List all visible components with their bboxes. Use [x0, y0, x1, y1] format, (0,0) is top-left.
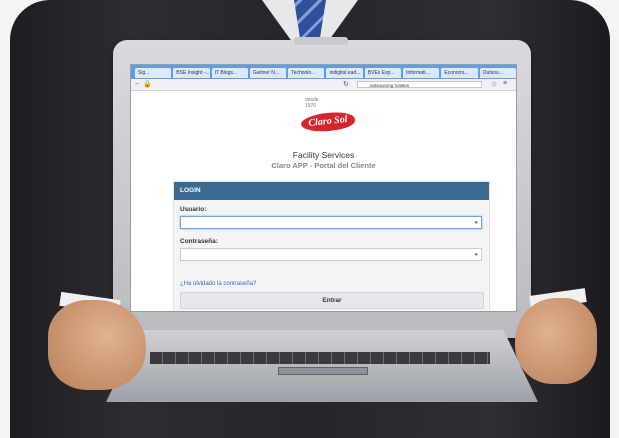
- web-page: desde 1970 Claro Sol Facility Services Cl…: [131, 91, 516, 311]
- field-icon: ●: [474, 252, 478, 258]
- back-icon[interactable]: ←: [134, 80, 141, 87]
- search-input[interactable]: outsourcing hoteles: [357, 81, 482, 88]
- login-header: LOGIN: [174, 182, 489, 200]
- logo-brand-text: Claro Sol: [300, 110, 356, 134]
- browser-tab-bar: Sig... BSE Insight -... IT Blogs... Gart…: [131, 65, 516, 79]
- menu-icon[interactable]: ≡: [503, 80, 507, 87]
- right-hand: [515, 298, 597, 384]
- laptop-keyboard: [150, 352, 490, 364]
- page-subtitle: Facility Services: [292, 150, 355, 160]
- user-field[interactable]: ●: [180, 216, 482, 229]
- user-label: Usuario:: [180, 206, 207, 213]
- browser-tab[interactable]: Sig...: [135, 68, 172, 78]
- logo-since: desde 1970: [305, 97, 319, 109]
- browser-tab[interactable]: Technolo...: [288, 68, 325, 78]
- browser-tab[interactable]: Informati...: [403, 68, 440, 78]
- logo-year-text: 1970: [305, 103, 317, 109]
- password-field[interactable]: ●: [180, 248, 482, 261]
- lock-icon: 🔒: [143, 81, 152, 88]
- browser-tab[interactable]: Economi...: [441, 68, 478, 78]
- browser-tab[interactable]: IT Blogs...: [211, 68, 248, 78]
- laptop-camera-bar: [294, 37, 348, 45]
- browser-tab[interactable]: BSE Insight -...: [173, 68, 210, 78]
- laptop-screen: Sig... BSE Insight -... IT Blogs... Gart…: [130, 64, 517, 312]
- password-label: Contraseña:: [180, 238, 218, 245]
- left-hand: [48, 300, 146, 390]
- browser-toolbar: ← 🔒 ↻ outsourcing hoteles ☆ ≡: [131, 79, 516, 91]
- browser-tab[interactable]: Outsou...: [479, 68, 516, 78]
- browser-tab[interactable]: BVEs Exp...: [364, 68, 402, 78]
- star-icon[interactable]: ☆: [491, 80, 497, 88]
- photo-scene: Sig... BSE Insight -... IT Blogs... Gart…: [0, 0, 619, 438]
- browser-tab[interactable]: indigital.ead...: [326, 68, 363, 78]
- submit-button[interactable]: Entrar: [180, 292, 484, 309]
- browser-tab[interactable]: Gartner N...: [249, 68, 287, 78]
- forgot-password-link[interactable]: ¿Ha olvidado la contraseña?: [180, 281, 256, 287]
- login-panel: LOGIN Usuario: ● Contraseña: ● ¿Ha olvid…: [173, 181, 490, 311]
- field-icon: ●: [474, 220, 478, 226]
- reload-icon[interactable]: ↻: [343, 80, 349, 88]
- brand-logo: desde 1970 Claro Sol: [300, 97, 361, 145]
- page-title: Claro APP - Portal del Cliente: [271, 161, 376, 170]
- laptop-touchpad: [278, 367, 368, 375]
- laptop-base: [106, 330, 538, 402]
